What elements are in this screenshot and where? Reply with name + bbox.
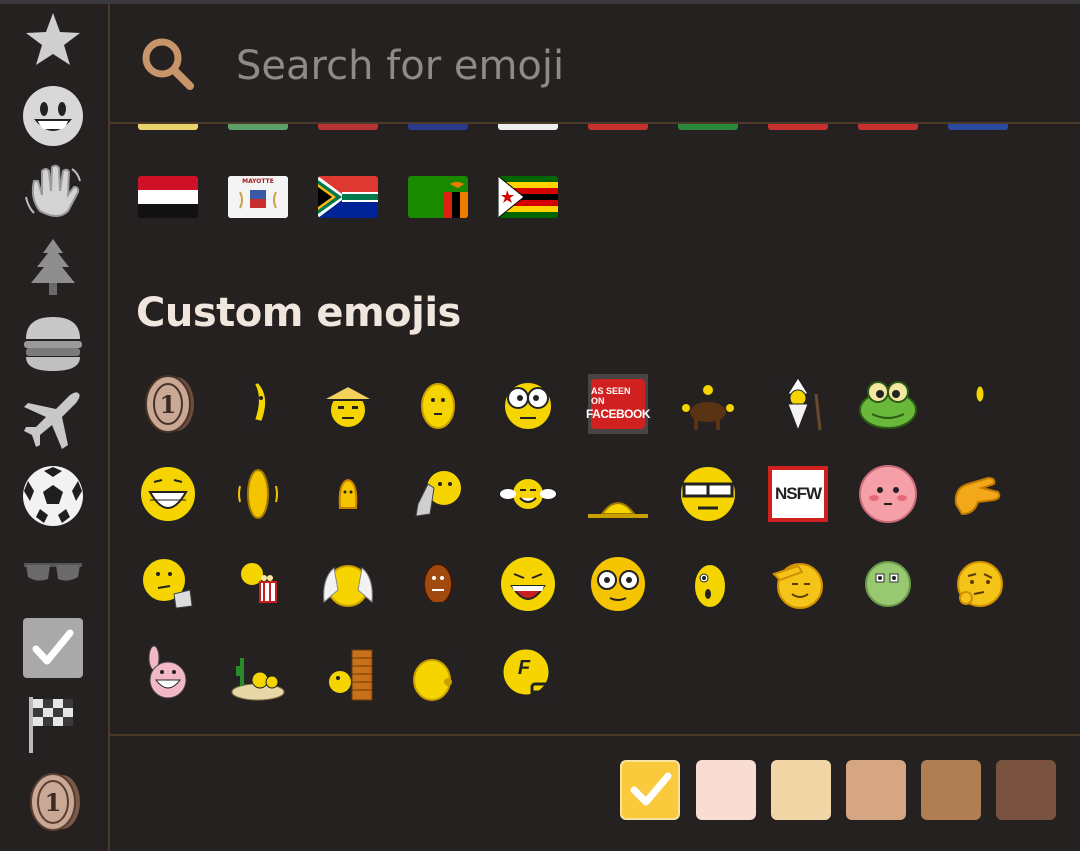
emoji-laughing-wings[interactable] [496,462,560,526]
emoji-football-helmet[interactable]: F [496,642,560,706]
emoji-brown-potato[interactable] [406,552,470,616]
flag-zimbabwe[interactable] [498,176,558,218]
flag-south-africa[interactable] [318,176,378,218]
flag-mayotte[interactable]: MAYOTTE [228,176,288,218]
emoji-nsfw-sign[interactable]: NSFW [766,462,830,526]
flag-partial[interactable] [678,124,738,130]
emoji-saluting-face[interactable] [766,552,830,616]
section-title-custom: Custom emojis [136,290,461,336]
skin-tone-default[interactable] [620,760,680,820]
category-people[interactable] [21,160,85,224]
emoji-as-seen-on-facebook[interactable]: AS SEEN ON FACEBOOK [586,372,651,436]
flag-partial[interactable] [948,124,1008,130]
helmet-label: F [518,657,531,679]
flag-partial[interactable] [498,124,558,130]
skin-tone-medium[interactable] [846,760,906,820]
emoji-bison-with-smileys[interactable] [676,372,740,436]
emoji-thinking-thumb[interactable] [136,552,200,616]
emoji-laughing-open[interactable] [496,552,560,616]
facebook-label-bottom: FACEBOOK [586,407,651,421]
emoji-desert-smiley[interactable] [226,642,290,706]
category-flags[interactable] [21,692,85,756]
facebook-label-top: AS SEEN ON [591,386,631,406]
emoji-wide-glasses[interactable] [586,552,650,616]
category-symbols[interactable] [21,616,85,680]
emoji-coin[interactable]: 1 [136,372,200,436]
flag-partial[interactable] [408,124,468,130]
category-nature[interactable] [21,236,85,300]
flag-partial[interactable] [768,124,828,130]
waving-hand-icon [25,164,81,217]
emoji-scroll-area[interactable]: MAYOTTE Custom emojis 1 AS SEEN ON FACEB… [110,124,1080,734]
nsfw-label: NSFW [774,484,822,503]
flag-zambia[interactable] [408,176,468,218]
category-smileys[interactable] [21,84,85,148]
skin-tone-dark[interactable] [996,760,1056,820]
emoji-big-grin[interactable] [136,462,200,526]
emoji-raised-eyebrow[interactable] [946,552,1010,616]
sunglasses-icon [24,563,82,581]
flag-yemen[interactable] [138,176,198,218]
emoji-picker: 1 MAYOTTE [0,0,1080,851]
evergreen-tree-icon [31,239,75,295]
emoji-pink-rabbit[interactable] [136,642,200,706]
category-custom[interactable]: 1 [21,770,85,834]
category-food[interactable] [21,312,85,376]
star-icon [26,13,80,65]
emoji-tiny-blob[interactable] [316,462,380,526]
emoji-thinking-finger[interactable] [406,462,470,526]
emoji-whistling-face[interactable] [406,642,470,706]
check-icon [630,772,672,806]
emoji-yellow-egg-face[interactable] [406,372,470,436]
hamburger-icon [24,317,82,371]
emoji-blushing-pink[interactable] [856,462,920,526]
emoji-goggle-eyes-face[interactable] [496,372,560,436]
skin-tone-medium-dark[interactable] [921,760,981,820]
custom-coin-icon: 1 [30,773,80,831]
skin-tone-bar [110,734,1080,851]
category-objects[interactable] [21,540,85,604]
category-travel[interactable] [21,388,85,452]
flag-partial[interactable] [588,124,648,130]
emoji-frog-face[interactable] [856,372,920,436]
flag-partial[interactable] [858,124,918,130]
flag-partial[interactable] [138,124,198,130]
category-activities[interactable] [21,464,85,528]
category-sidebar: 1 [0,4,110,851]
skin-tone-light[interactable] [696,760,756,820]
flag-partial[interactable] [228,124,288,130]
emoji-wall-peek[interactable] [316,642,380,706]
emoji-surprised-face[interactable] [676,552,740,616]
emoji-wizard-smiley[interactable] [766,372,830,436]
emoji-pinching-hand[interactable] [946,462,1010,526]
emoji-green-alien[interactable] [856,552,920,616]
chequered-flag-icon [29,697,73,753]
svg-text:1: 1 [45,788,62,817]
mayotte-label: MAYOTTE [242,178,274,185]
check-mark-icon [23,618,83,678]
emoji-straw-hat-smiley[interactable] [316,372,380,436]
search-icon [142,38,194,90]
airplane-icon [24,392,80,449]
coin-label: 1 [160,390,177,419]
emoji-hands-over-ears[interactable] [316,552,380,616]
search-bar [110,4,1080,124]
emoji-popcorn-eating[interactable] [226,552,290,616]
emoji-dancing-banana[interactable] [226,372,290,436]
flag-partial[interactable] [318,124,378,130]
smiley-icon [23,86,83,146]
search-input[interactable] [234,30,938,102]
emoji-sinking-blob[interactable] [586,462,650,526]
soccer-ball-icon [23,466,83,526]
category-recent[interactable] [21,8,85,72]
emoji-tiny-yellow-figure[interactable] [946,372,1010,436]
skin-tone-medium-light[interactable] [771,760,831,820]
emoji-spinning-coin[interactable] [226,462,290,526]
emoji-shades-smiley[interactable] [676,462,740,526]
